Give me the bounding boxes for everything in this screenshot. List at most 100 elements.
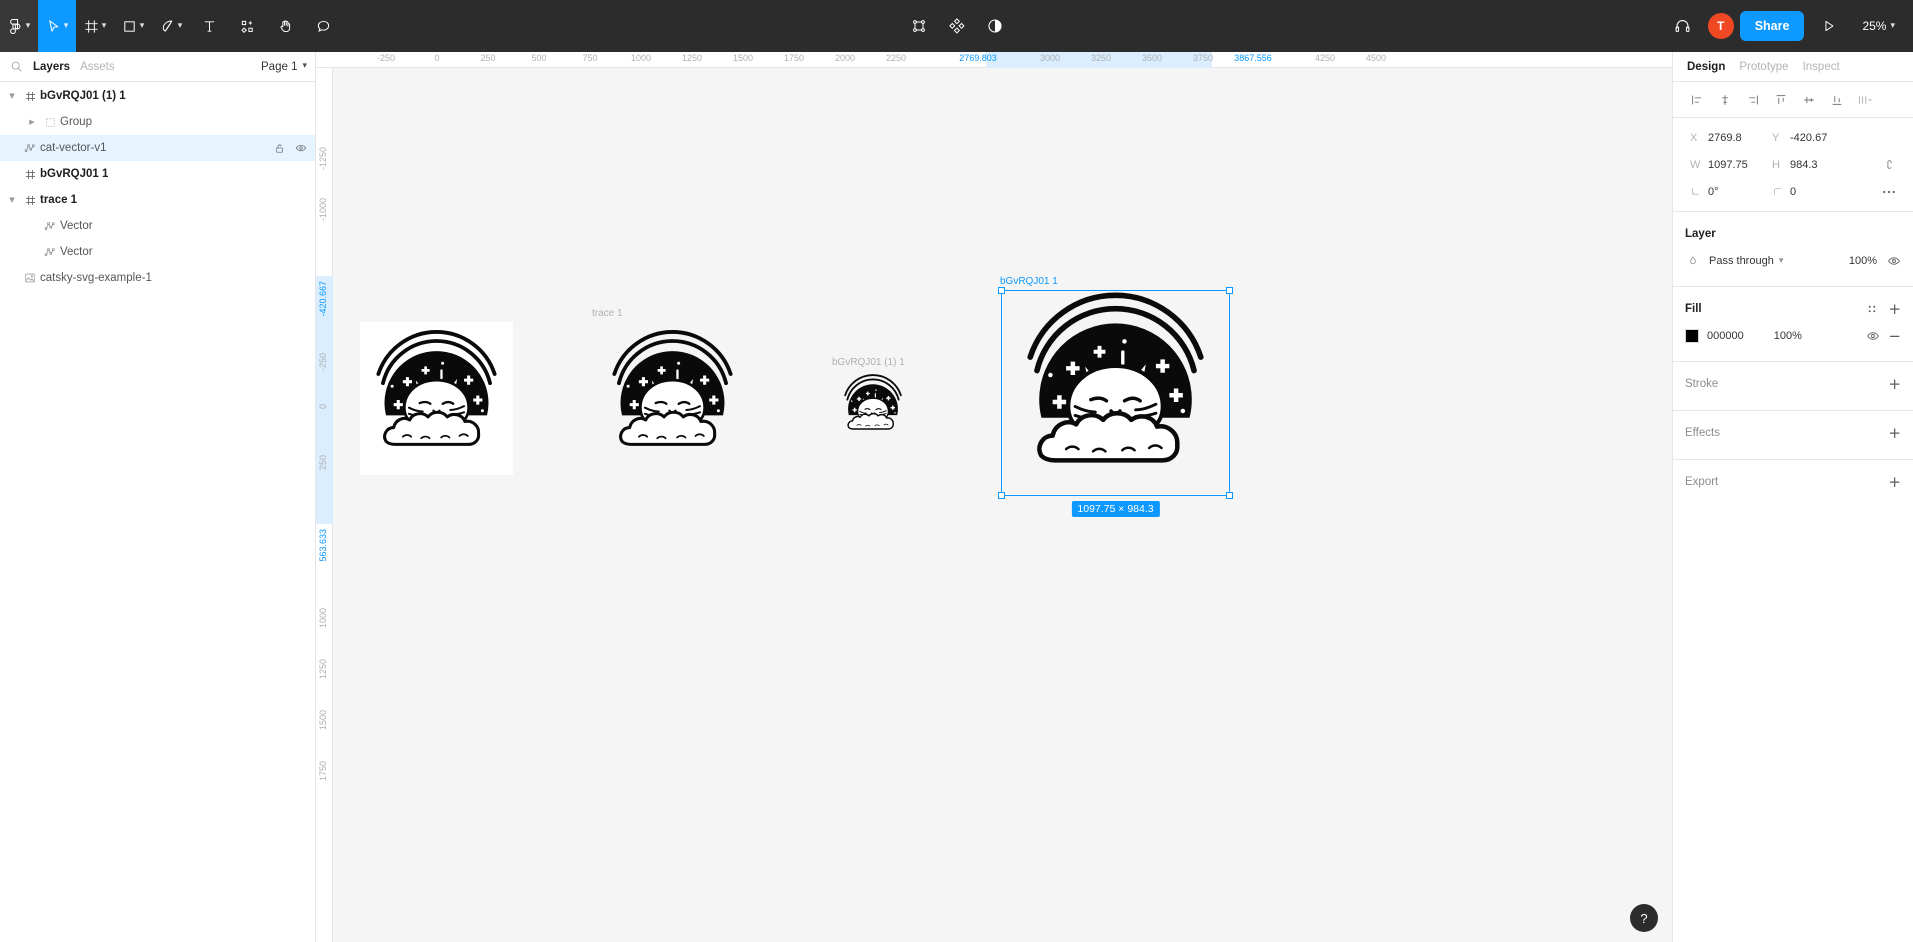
ruler-h-tick: 4500 [1365, 53, 1387, 63]
tab-assets[interactable]: Assets [80, 61, 115, 73]
fill-color-swatch[interactable] [1685, 329, 1699, 343]
object-label[interactable]: bGvRQJ01 (1) 1 [832, 357, 905, 368]
y-value: -420.67 [1790, 131, 1828, 144]
distribute-menu-button[interactable] [1853, 88, 1877, 112]
blend-mode-selector[interactable]: Pass through ▾ [1709, 255, 1783, 267]
pen-tool-button[interactable]: ▾ [152, 0, 190, 52]
chevron-down-icon: ▾ [177, 20, 183, 31]
corner-radius-value: 0 [1790, 185, 1797, 198]
width-field[interactable]: W 1097.75 [1685, 153, 1763, 177]
layer-row-trace-1[interactable]: ▼ trace 1 [0, 187, 315, 213]
hand-icon [280, 19, 290, 32]
canvas-area[interactable]: -250 0 250 500 750 1000 1250 1500 1750 2000 2250 27… [316, 52, 1672, 942]
fill-opacity-value[interactable]: 100% [1774, 330, 1802, 342]
comment-tool-button[interactable] [304, 0, 342, 52]
present-button[interactable] [1810, 0, 1848, 52]
tab-prototype[interactable]: Prototype [1739, 61, 1788, 73]
eye-icon[interactable] [295, 142, 307, 154]
dev-mode-toggle-button[interactable] [976, 0, 1014, 52]
object-label[interactable]: trace 1 [592, 308, 623, 319]
x-field[interactable]: X 2769.8 [1685, 126, 1763, 150]
shape-tool-button[interactable]: ▾ [114, 0, 152, 52]
disclosure-expanded-icon[interactable]: ▼ [4, 92, 20, 100]
more-options-button[interactable] [1877, 180, 1901, 204]
align-vertical-center-button[interactable] [1797, 88, 1821, 112]
ruler-h-tick: 2250 [885, 53, 907, 63]
unlock-icon[interactable] [274, 143, 285, 154]
layer-row-bgvrqj01-1-1[interactable]: ▼ bGvRQJ01 (1) 1 [0, 83, 315, 109]
tab-layers[interactable]: Layers [33, 61, 70, 73]
y-field[interactable]: Y -420.67 [1767, 126, 1845, 150]
align-right-button[interactable] [1741, 88, 1765, 112]
align-left-button[interactable] [1685, 88, 1709, 112]
move-tool-button[interactable]: ▾ [38, 0, 76, 52]
layer-row-vector[interactable]: Vector [0, 213, 315, 239]
add-fill-button[interactable]: + [1888, 301, 1901, 317]
add-effect-button[interactable]: + [1888, 425, 1901, 441]
canvas-artwork-cat[interactable] [360, 322, 513, 475]
text-tool-button[interactable] [190, 0, 228, 52]
frame-tool-button[interactable]: ▾ [76, 0, 114, 52]
layers-list[interactable]: ▼ bGvRQJ01 (1) 1 ▶ Group cat-vector-v1 bGvRQJ… [0, 81, 315, 942]
y-label: Y [1772, 131, 1780, 144]
remove-fill-button[interactable]: − [1888, 328, 1901, 344]
user-avatar[interactable]: T [1707, 13, 1734, 39]
page-selector[interactable]: Page 1 ▾ [261, 61, 307, 73]
headphones-button[interactable] [1664, 0, 1702, 52]
half-circle-contrast-icon [987, 19, 1002, 33]
fill-styles-button[interactable] [1866, 303, 1878, 315]
canvas-artwork-cat[interactable] [836, 374, 910, 440]
figma-logo-menu-button[interactable]: ▾ [0, 0, 38, 52]
zoom-level-selector[interactable]: 25% ▾ [1854, 19, 1903, 33]
frame-icon [85, 19, 98, 33]
align-bottom-button[interactable] [1825, 88, 1849, 112]
constrain-proportions-button[interactable] [1877, 153, 1901, 177]
frame-icon [20, 91, 40, 102]
layer-row-catsky-svg-example-1[interactable]: catsky-svg-example-1 [0, 265, 315, 291]
selection-bounds-button[interactable] [900, 0, 938, 52]
ruler-h-tick: 3250 [1090, 53, 1112, 63]
resources-tool-button[interactable] [228, 0, 266, 52]
add-stroke-button[interactable]: + [1888, 376, 1901, 392]
vertical-ruler[interactable]: -1250 -1000 -420.667 -250 0 250 563.633 1000 125… [316, 68, 333, 942]
object-label[interactable]: bGvRQJ01 1 [1000, 276, 1058, 287]
right-sidebar: Design Prototype Inspect X 2769.8 Y -420… [1672, 52, 1913, 942]
rotation-field[interactable]: 0° [1685, 180, 1763, 204]
tab-design[interactable]: Design [1687, 61, 1725, 73]
layer-opacity-value[interactable]: 100% [1849, 255, 1877, 267]
horizontal-ruler[interactable]: -250 0 250 500 750 1000 1250 1500 1750 2000 2250 27… [316, 52, 1672, 68]
height-field[interactable]: H 984.3 [1767, 153, 1845, 177]
fill-visibility-toggle[interactable] [1866, 329, 1880, 343]
corner-radius-field[interactable]: 0 [1767, 180, 1845, 204]
blend-mode-icon [1685, 255, 1701, 267]
distribute-icon [1858, 95, 1872, 104]
group-icon [40, 117, 60, 128]
layer-row-bgvrqj01-1[interactable]: bGvRQJ01 1 [0, 161, 315, 187]
share-button[interactable]: Share [1739, 11, 1805, 41]
plugins-button[interactable] [938, 0, 976, 52]
fill-section-title: Fill [1685, 303, 1702, 315]
ruler-h-tick: 3867.556 [1234, 53, 1272, 63]
tab-inspect[interactable]: Inspect [1803, 61, 1840, 73]
layer-row-cat-vector-v1[interactable]: cat-vector-v1 [0, 135, 315, 161]
fill-hex-value[interactable]: 000000 [1707, 330, 1744, 342]
search-icon[interactable] [10, 60, 23, 73]
help-button[interactable]: ? [1630, 904, 1658, 932]
canvas-viewport[interactable]: trace 1 bGvRQJ01 (1) 1 bGvRQJ01 1 1097.7… [333, 68, 1672, 942]
eye-icon [1888, 257, 1900, 265]
align-horizontal-center-button[interactable] [1713, 88, 1737, 112]
disclosure-collapsed-icon[interactable]: ▶ [24, 118, 40, 126]
layer-row-vector[interactable]: Vector [0, 239, 315, 265]
hand-tool-button[interactable] [266, 0, 304, 52]
fill-section: Fill + 000000 100% − [1673, 286, 1913, 361]
layer-row-group[interactable]: ▶ Group [0, 109, 315, 135]
ruler-h-tick: 4250 [1314, 53, 1336, 63]
layer-visibility-toggle[interactable] [1887, 254, 1901, 268]
ruler-v-tick: 1500 [318, 710, 328, 731]
disclosure-expanded-icon[interactable]: ▼ [4, 196, 20, 204]
align-top-button[interactable] [1769, 88, 1793, 112]
canvas-artwork-cat[interactable] [1003, 292, 1228, 494]
canvas-artwork-cat[interactable] [596, 322, 749, 475]
add-export-button[interactable]: + [1888, 474, 1901, 490]
w-value: 1097.75 [1708, 158, 1748, 171]
